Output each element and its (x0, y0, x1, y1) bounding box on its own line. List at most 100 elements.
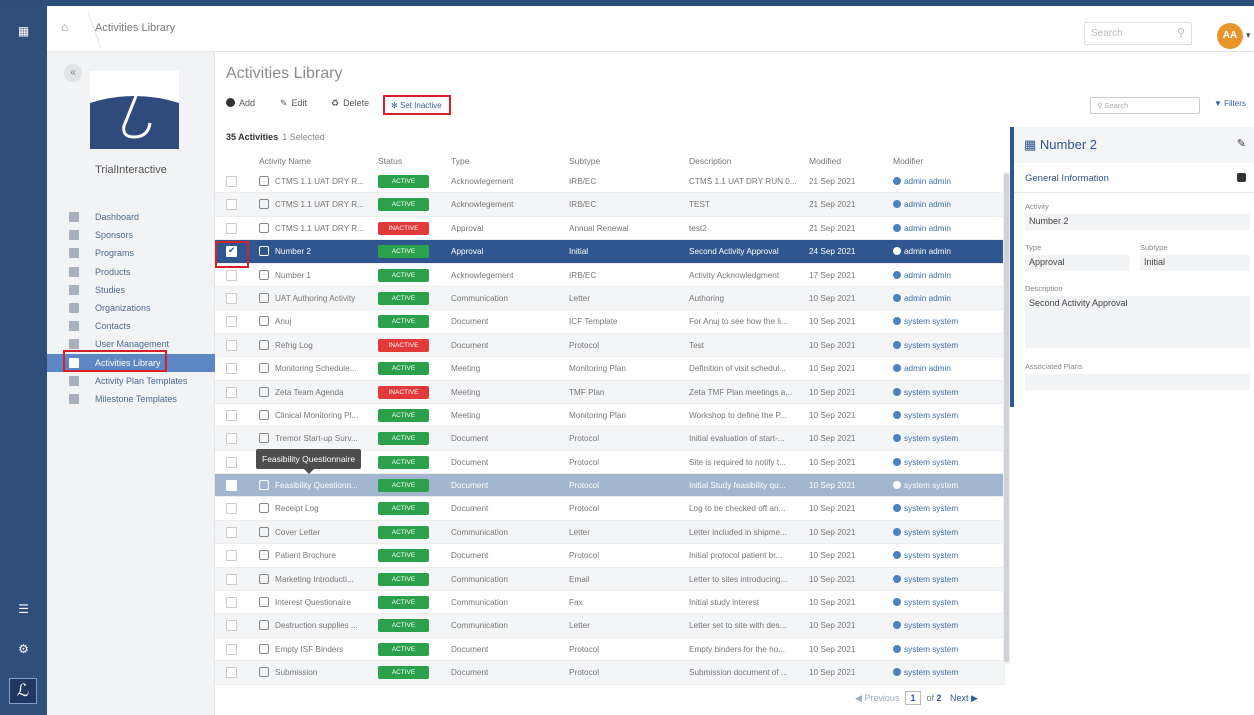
edit-button[interactable]: ✎ Edit (280, 98, 307, 109)
row-checkbox[interactable] (226, 292, 237, 304)
activity-name[interactable]: Submission (275, 668, 370, 677)
table-row[interactable]: CTMS 1.1 UAT DRY R... ACTIVE Acknowlegemen… (215, 170, 1005, 194)
table-row[interactable]: Receipt Log ACTIVE Document Protocol Log to … (215, 497, 1005, 521)
row-checkbox[interactable] (226, 363, 237, 375)
table-row[interactable]: Refrig Log INACTIVE Document Protocol Test 10… (215, 333, 1005, 358)
general-information-section[interactable]: General Information (1014, 163, 1254, 193)
chevron-left-icon[interactable]: ◀ (855, 693, 864, 703)
table-row[interactable]: Clinical Monitoring Pl... ACTIVE Meeting Mo… (215, 404, 1005, 428)
add-button[interactable]: Add (226, 98, 255, 108)
sidebar-item-dashboard[interactable]: Dashboard (47, 208, 215, 226)
activity-name[interactable]: Clinical Monitoring Pl... (275, 411, 370, 420)
activity-name[interactable]: Interest Questionaire (275, 598, 370, 607)
activity-name[interactable]: Tremor Start-up Surv... (275, 434, 370, 443)
table-row[interactable]: Anuj ACTIVE Document ICF Template For Anuj t… (215, 310, 1005, 334)
table-row[interactable]: Submission ACTIVE Document Protocol Submissi… (215, 661, 1005, 685)
table-row[interactable]: Patient Brochure ACTIVE Document Protocol In… (215, 544, 1005, 568)
table-row[interactable]: Cover Letter ACTIVE Communication Letter Let… (215, 520, 1005, 545)
column-header[interactable]: Modifier (893, 156, 923, 166)
pencil-icon[interactable]: ✎ (1237, 137, 1246, 150)
filters-button[interactable]: ▼ Filters (1214, 99, 1246, 108)
chevron-right-icon[interactable]: ▶ (969, 693, 978, 703)
chevron-down-icon[interactable]: ▾ (1246, 30, 1251, 41)
table-row[interactable]: Destruction supplies ... ACTIVE Communicat… (215, 614, 1005, 638)
previous-page-button[interactable]: Previous (864, 693, 899, 703)
activity-name[interactable]: CTMS 1.1 UAT DRY R... (275, 224, 370, 233)
table-scrollbar[interactable] (1003, 172, 1010, 664)
table-row[interactable]: Interest Questionaire ACTIVE Communication… (215, 591, 1005, 615)
column-header[interactable]: Description (689, 156, 732, 166)
sidebar-item-milestone-templates[interactable]: Milestone Templates (47, 390, 215, 408)
activity-name[interactable]: Number 1 (275, 271, 370, 280)
table-row[interactable]: CTMS 1.1 UAT DRY R... ACTIVE Acknowlegemen… (215, 193, 1005, 217)
table-row[interactable]: Empty ISF Binders ACTIVE Document Protocol E… (215, 638, 1005, 662)
row-checkbox[interactable] (226, 222, 237, 234)
table-row[interactable]: Marketing Introducti... ACTIVE Communicati… (215, 567, 1005, 592)
column-header[interactable]: Status (378, 156, 402, 166)
activity-name[interactable]: Destruction supplies ... (275, 621, 370, 630)
table-row[interactable]: Monitoring Schedule... ACTIVE Meeting Monit… (215, 357, 1005, 381)
list-icon[interactable]: ☰ (0, 602, 47, 616)
sidebar-item-products[interactable]: Products (47, 263, 215, 281)
scrollbar-thumb[interactable] (1004, 174, 1009, 662)
activity-name[interactable]: Cover Letter (275, 528, 370, 537)
sidebar-item-sponsors[interactable]: Sponsors (47, 226, 215, 244)
activity-name[interactable]: Number 2 (275, 247, 370, 256)
search-icon[interactable]: ⚲ (1177, 26, 1185, 39)
row-checkbox[interactable] (226, 480, 237, 492)
activity-name[interactable]: Anuj (275, 317, 370, 326)
next-page-button[interactable]: Next (950, 693, 969, 703)
collapse-section-icon[interactable] (1237, 173, 1246, 182)
activity-name[interactable]: Refrig Log (275, 341, 370, 350)
column-header[interactable]: Type (451, 156, 469, 166)
activity-name[interactable]: UAT Authoring Activity (275, 294, 370, 303)
table-row[interactable]: UAT Authoring Activity ACTIVE Communicatio… (215, 286, 1005, 311)
row-checkbox[interactable] (226, 176, 237, 187)
table-row[interactable]: Number 1 ACTIVE Acknowlegement IRB/EC Activi… (215, 264, 1005, 287)
row-checkbox[interactable] (226, 643, 237, 655)
home-icon[interactable]: ⌂ (61, 20, 79, 38)
row-checkbox[interactable] (226, 386, 237, 398)
column-header[interactable]: Subtype (569, 156, 600, 166)
table-row[interactable]: Tremor Start-up Surv... ACTIVE Document Pro… (215, 427, 1005, 451)
row-checkbox[interactable] (226, 667, 237, 679)
breadcrumb[interactable]: Activities Library (95, 22, 175, 34)
collapse-sidebar-icon[interactable]: « (64, 64, 82, 82)
row-checkbox[interactable] (226, 269, 237, 281)
sidebar-item-studies[interactable]: Studies (47, 281, 215, 299)
row-checkbox[interactable] (226, 339, 237, 351)
row-checkbox[interactable] (226, 433, 237, 445)
row-checkbox[interactable] (226, 409, 237, 421)
activity-name[interactable]: CTMS 1.1 UAT DRY R... (275, 200, 370, 209)
gear-icon[interactable]: ⚙ (0, 642, 47, 656)
apps-grid-icon[interactable]: ▦ (0, 24, 47, 38)
row-checkbox[interactable] (226, 316, 237, 328)
sidebar-item-activity-plan-templates[interactable]: Activity Plan Templates (47, 372, 215, 390)
activity-name[interactable]: Empty ISF Binders (275, 645, 370, 654)
activity-name[interactable]: Monitoring Schedule... (275, 364, 370, 373)
row-checkbox[interactable] (226, 199, 237, 211)
row-checkbox[interactable] (226, 573, 237, 585)
activity-name[interactable]: Receipt Log (275, 504, 370, 513)
brand-logo-icon[interactable]: ℒ (9, 678, 37, 704)
column-header[interactable]: Modified (809, 156, 841, 166)
table-row[interactable]: Zeta Team Agenda INACTIVE Meeting TMF Plan Z… (215, 380, 1005, 404)
global-search-input[interactable]: Search ⚲ (1084, 22, 1192, 45)
activity-name[interactable]: Marketing Introducti... (275, 575, 370, 584)
row-checkbox[interactable] (226, 597, 237, 609)
activity-name[interactable]: CTMS 1.1 UAT DRY R... (275, 177, 370, 186)
set-inactive-button[interactable]: ✻ Set Inactive (383, 95, 451, 115)
row-checkbox[interactable] (226, 526, 237, 538)
table-row[interactable]: CTMS 1.1 UAT DRY R... INACTIVE Approval Ann… (215, 217, 1005, 241)
row-checkbox[interactable] (226, 550, 237, 562)
activity-name[interactable]: Patient Brochure (275, 551, 370, 560)
table-row[interactable]: ✔ Number 2 ACTIVE Approval Initial Second Act… (215, 240, 1005, 264)
delete-button[interactable]: ♻ Delete (331, 98, 369, 109)
table-search-input[interactable]: ⚲ Search (1090, 97, 1200, 114)
page-number-input[interactable]: 1 (904, 691, 921, 705)
row-checkbox[interactable] (226, 620, 237, 632)
activity-name[interactable]: Zeta Team Agenda (275, 388, 370, 397)
row-checkbox[interactable] (226, 456, 237, 468)
sidebar-item-programs[interactable]: Programs (47, 244, 215, 262)
column-header[interactable]: Activity Name (259, 156, 311, 166)
